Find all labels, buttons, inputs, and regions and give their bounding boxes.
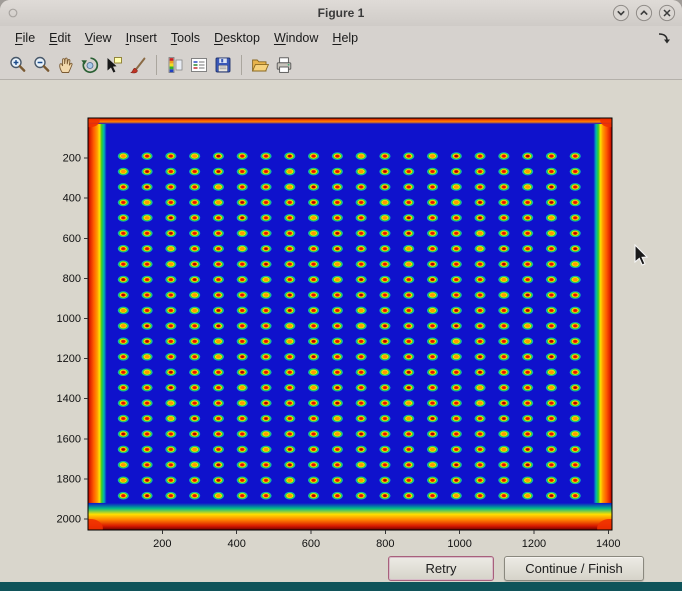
microarray-image[interactable] xyxy=(78,113,623,538)
menu-label: esktop xyxy=(223,31,260,45)
menu-label: nsert xyxy=(129,31,157,45)
x-tick-label: 600 xyxy=(302,538,320,550)
chevron-up-icon xyxy=(635,4,653,22)
zoom-out-icon xyxy=(32,55,52,75)
x-tick-label: 800 xyxy=(376,538,394,550)
insert-legend-icon xyxy=(189,55,209,75)
menu-label: D xyxy=(214,31,223,45)
data-cursor-icon xyxy=(104,55,124,75)
zoom-in-icon xyxy=(8,55,28,75)
minimize-button[interactable] xyxy=(612,4,630,22)
print-button[interactable] xyxy=(273,54,295,76)
zoom-in-button[interactable] xyxy=(7,54,29,76)
menu-desktop[interactable]: Desktop xyxy=(207,28,267,48)
y-tick-label: 600 xyxy=(63,233,81,245)
x-tick-label: 200 xyxy=(153,538,171,550)
menu-label: V xyxy=(85,31,93,45)
menubar: File Edit View Insert Tools Desktop Wind… xyxy=(0,26,682,50)
menu-label: indow xyxy=(286,31,319,45)
maximize-button[interactable] xyxy=(635,4,653,22)
menu-overflow-icon[interactable] xyxy=(656,30,672,46)
menu-edit[interactable]: Edit xyxy=(42,28,78,48)
menu-label: E xyxy=(49,31,57,45)
retry-button[interactable]: Retry xyxy=(388,556,494,581)
continue-finish-button[interactable]: Continue / Finish xyxy=(504,556,644,581)
save-icon xyxy=(213,55,233,75)
toolbar-separator xyxy=(241,55,242,75)
bottom-panel xyxy=(0,582,682,591)
insert-colorbar-icon xyxy=(165,55,185,75)
toolbar-separator xyxy=(156,55,157,75)
menu-label: ile xyxy=(23,31,36,45)
open-button[interactable] xyxy=(249,54,271,76)
menu-tools[interactable]: Tools xyxy=(164,28,207,48)
close-icon xyxy=(658,4,676,22)
menu-label: W xyxy=(274,31,286,45)
menu-label: dit xyxy=(58,31,71,45)
x-tick-label: 1000 xyxy=(447,538,471,550)
brush-button[interactable] xyxy=(127,54,149,76)
y-tick-label: 800 xyxy=(63,273,81,285)
menu-view[interactable]: View xyxy=(78,28,119,48)
figure-canvas: 200 400 600 800 1000 1200 1400 200 400 600 800 1000… xyxy=(0,80,682,582)
menu-insert[interactable]: Insert xyxy=(119,28,164,48)
figure-window: Figure 1 File Edit View Insert Tools Des… xyxy=(0,0,682,591)
insert-legend-button[interactable] xyxy=(188,54,210,76)
menu-label: ools xyxy=(177,31,200,45)
zoom-out-button[interactable] xyxy=(31,54,53,76)
menu-window[interactable]: Window xyxy=(267,28,325,48)
rotate-3d-icon xyxy=(80,55,100,75)
menu-help[interactable]: Help xyxy=(325,28,365,48)
menu-file[interactable]: File xyxy=(8,28,42,48)
window-controls xyxy=(612,4,676,22)
data-cursor-button[interactable] xyxy=(103,54,125,76)
window-title: Figure 1 xyxy=(0,0,682,26)
y-tick-label: 200 xyxy=(63,153,81,165)
menu-label: F xyxy=(15,31,23,45)
close-button[interactable] xyxy=(658,4,676,22)
y-tick-label: 1800 xyxy=(57,473,81,485)
x-tick-label: 400 xyxy=(227,538,245,550)
rotate-3d-button[interactable] xyxy=(79,54,101,76)
y-tick-label: 1600 xyxy=(57,433,81,445)
y-tick-label: 1400 xyxy=(57,393,81,405)
menu-label: iew xyxy=(93,31,112,45)
insert-colorbar-button[interactable] xyxy=(164,54,186,76)
y-tick-label: 1000 xyxy=(57,313,81,325)
toolbar xyxy=(0,50,682,80)
x-tick-label: 1400 xyxy=(596,538,620,550)
y-tick-label: 2000 xyxy=(57,513,81,525)
y-tick-label: 1200 xyxy=(57,353,81,365)
y-tick-label: 400 xyxy=(63,193,81,205)
pan-hand-icon xyxy=(56,55,76,75)
open-folder-icon xyxy=(250,55,270,75)
plot-area[interactable]: 200 400 600 800 1000 1200 1400 200 400 600 800 1000… xyxy=(0,80,682,582)
print-icon xyxy=(274,55,294,75)
menu-label: elp xyxy=(341,31,358,45)
pan-button[interactable] xyxy=(55,54,77,76)
brush-icon xyxy=(128,55,148,75)
save-button[interactable] xyxy=(212,54,234,76)
titlebar[interactable]: Figure 1 xyxy=(0,0,682,26)
x-tick-label: 1200 xyxy=(522,538,546,550)
chevron-down-icon xyxy=(612,4,630,22)
